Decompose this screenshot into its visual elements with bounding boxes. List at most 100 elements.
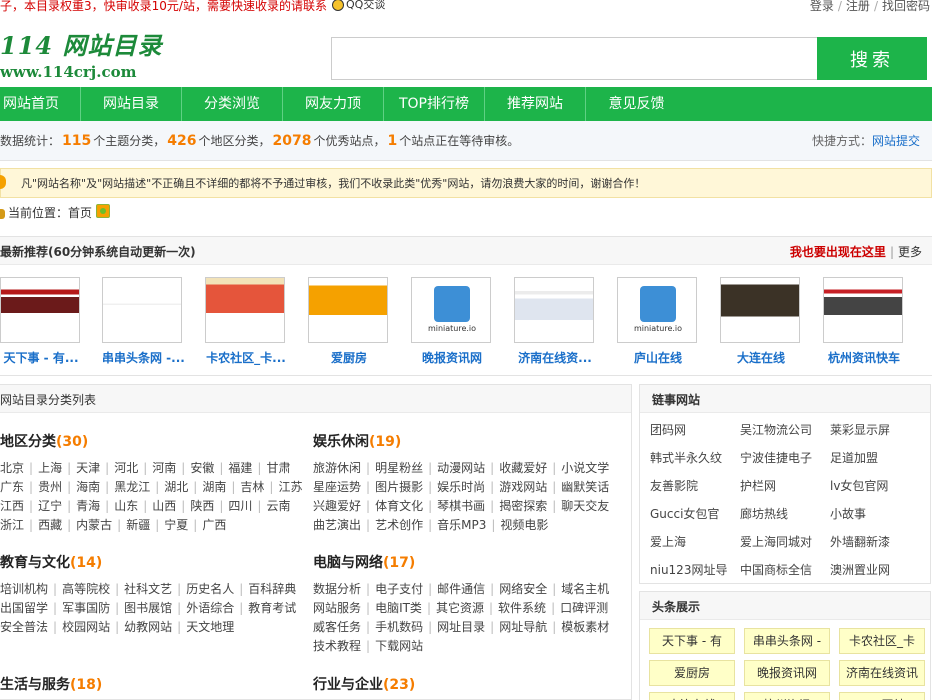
recommend-item[interactable]: miniature.io 庐山在线 bbox=[617, 277, 713, 366]
category-link[interactable]: 贵州 bbox=[38, 478, 62, 495]
category-link[interactable]: 模板素材 bbox=[561, 618, 609, 635]
recommend-caption[interactable]: 卡农社区_卡... bbox=[205, 349, 287, 366]
category-link[interactable]: 下载网站 bbox=[375, 637, 423, 654]
nav-top-ranking[interactable]: TOP排行榜 bbox=[384, 87, 485, 121]
category-link[interactable]: 琴棋书画 bbox=[437, 497, 485, 514]
friend-link[interactable]: 团码网 bbox=[650, 421, 686, 438]
category-link[interactable]: 军事国防 bbox=[62, 599, 110, 616]
headline-tag[interactable]: 晚报资讯网 bbox=[744, 660, 830, 686]
category-link[interactable]: 湖北 bbox=[164, 478, 188, 495]
category-link[interactable]: 手机数码 bbox=[375, 618, 423, 635]
friend-link[interactable]: 吴江物流公司 bbox=[740, 421, 812, 438]
category-block-title[interactable]: 行业与企业(23) bbox=[313, 674, 613, 694]
recommend-caption[interactable]: 天下事 - 有... bbox=[0, 349, 82, 366]
friend-link[interactable]: 宁波佳捷电子 bbox=[740, 449, 812, 466]
category-link[interactable]: 小说文学 bbox=[561, 459, 609, 476]
site-thumbnail[interactable] bbox=[823, 277, 903, 343]
category-link[interactable]: 数据分析 bbox=[313, 580, 361, 597]
category-link[interactable]: 天文地理 bbox=[186, 618, 234, 635]
site-thumbnail[interactable] bbox=[0, 277, 80, 343]
category-link[interactable]: 动漫网站 bbox=[437, 459, 485, 476]
appear-here-link[interactable]: 我也要出现在这里 bbox=[790, 245, 886, 259]
category-link[interactable]: 娱乐时尚 bbox=[437, 478, 485, 495]
category-link[interactable]: 星座运势 bbox=[313, 478, 361, 495]
more-link[interactable]: 更多 bbox=[898, 245, 922, 259]
category-link[interactable]: 广东 bbox=[0, 478, 24, 495]
category-link[interactable]: 幼教网站 bbox=[124, 618, 172, 635]
forgot-password-link[interactable]: 找回密码 bbox=[882, 0, 930, 13]
category-link[interactable]: 电脑IT类 bbox=[375, 599, 422, 616]
category-link[interactable]: 外语综合 bbox=[186, 599, 234, 616]
category-link[interactable]: 图书展馆 bbox=[124, 599, 172, 616]
category-link[interactable]: 视频电影 bbox=[500, 516, 548, 533]
site-thumbnail[interactable]: miniature.io bbox=[617, 277, 697, 343]
recommend-item[interactable]: miniature.io 晚报资讯网 bbox=[411, 277, 507, 366]
category-link[interactable]: 河南 bbox=[152, 459, 176, 476]
headline-tag[interactable]: 大连在线 bbox=[649, 692, 735, 700]
recommend-caption[interactable]: 庐山在线 bbox=[617, 349, 699, 366]
category-link[interactable]: 福建 bbox=[228, 459, 252, 476]
register-link[interactable]: 注册 bbox=[846, 0, 870, 13]
category-link[interactable]: 艺术创作 bbox=[375, 516, 423, 533]
category-link[interactable]: 网站服务 bbox=[313, 599, 361, 616]
recommend-caption[interactable]: 爱厨房 bbox=[308, 349, 390, 366]
rss-icon[interactable] bbox=[96, 204, 111, 218]
category-link[interactable]: 邮件通信 bbox=[437, 580, 485, 597]
category-link[interactable]: 上海 bbox=[38, 459, 62, 476]
recommend-caption[interactable]: 大连在线 bbox=[720, 349, 802, 366]
friend-link[interactable]: lv女包官网 bbox=[830, 477, 888, 494]
category-link[interactable]: 广西 bbox=[202, 516, 226, 533]
category-link[interactable]: 图片摄影 bbox=[375, 478, 423, 495]
site-thumbnail[interactable] bbox=[205, 277, 285, 343]
category-link[interactable]: 天津 bbox=[76, 459, 100, 476]
category-link[interactable]: 北京 bbox=[0, 459, 24, 476]
category-link[interactable]: 云南 bbox=[266, 497, 290, 514]
breadcrumb-home[interactable]: 首页 bbox=[68, 206, 92, 220]
category-block-title[interactable]: 生活与服务(18) bbox=[0, 674, 300, 694]
recommend-item[interactable]: 大连在线 bbox=[720, 277, 816, 366]
category-link[interactable]: 青海 bbox=[76, 497, 100, 514]
nav-recommended[interactable]: 推荐网站 bbox=[485, 87, 586, 121]
category-link[interactable]: 陕西 bbox=[190, 497, 214, 514]
nav-top-voted[interactable]: 网友力顶 bbox=[283, 87, 384, 121]
friend-link[interactable]: 小故事 bbox=[830, 505, 866, 522]
category-link[interactable]: 高等院校 bbox=[62, 580, 110, 597]
friend-link[interactable]: 外墙翻新漆 bbox=[830, 533, 890, 550]
recommend-caption[interactable]: 杭州资讯快车 bbox=[823, 349, 905, 366]
category-block-title[interactable]: 电脑与网络(17) bbox=[313, 552, 613, 572]
friend-link[interactable]: 韩式半永久纹 bbox=[650, 449, 722, 466]
category-link[interactable]: 教育考试 bbox=[248, 599, 296, 616]
search-input[interactable] bbox=[331, 37, 817, 80]
nav-home[interactable]: 网站首页 bbox=[0, 87, 81, 121]
headline-tag[interactable]: 串串头条网 - bbox=[744, 628, 830, 654]
category-link[interactable]: 黑龙江 bbox=[114, 478, 150, 495]
friend-link[interactable]: 爱上海 bbox=[650, 533, 686, 550]
category-link[interactable]: 校园网站 bbox=[62, 618, 110, 635]
category-link[interactable]: 吉林 bbox=[240, 478, 264, 495]
nav-feedback[interactable]: 意见反馈 bbox=[586, 87, 687, 121]
category-link[interactable]: 音乐MP3 bbox=[437, 516, 486, 533]
category-link[interactable]: 江苏 bbox=[278, 478, 302, 495]
friend-link[interactable]: 廊坊热线 bbox=[740, 505, 788, 522]
friend-link[interactable]: 莱彩显示屏 bbox=[830, 421, 890, 438]
login-link[interactable]: 登录 bbox=[810, 0, 834, 13]
headline-tag[interactable]: 济南在线资讯 bbox=[839, 660, 925, 686]
category-link[interactable]: 海南 bbox=[76, 478, 100, 495]
nav-directory[interactable]: 网站目录 bbox=[81, 87, 182, 121]
category-link[interactable]: 技术教程 bbox=[313, 637, 361, 654]
site-thumbnail[interactable]: miniature.io bbox=[411, 277, 491, 343]
category-link[interactable]: 河北 bbox=[114, 459, 138, 476]
headline-tag[interactable]: 杭州资讯 bbox=[744, 692, 830, 700]
category-link[interactable]: 辽宁 bbox=[38, 497, 62, 514]
category-block-title[interactable]: 地区分类(30) bbox=[0, 431, 300, 451]
recommend-item[interactable]: 爱厨房 bbox=[308, 277, 404, 366]
qq-chat-button[interactable]: QQ交谈 bbox=[332, 0, 385, 12]
category-link[interactable]: 甘肃 bbox=[266, 459, 290, 476]
category-link[interactable]: 聊天交友 bbox=[561, 497, 609, 514]
category-link[interactable]: 明星粉丝 bbox=[375, 459, 423, 476]
category-block-title[interactable]: 教育与文化(14) bbox=[0, 552, 300, 572]
recommend-item[interactable]: 天下事 - 有... bbox=[0, 277, 96, 366]
category-link[interactable]: 内蒙古 bbox=[76, 516, 112, 533]
category-link[interactable]: 安全普法 bbox=[0, 618, 48, 635]
recommend-caption[interactable]: 晚报资讯网 bbox=[411, 349, 493, 366]
